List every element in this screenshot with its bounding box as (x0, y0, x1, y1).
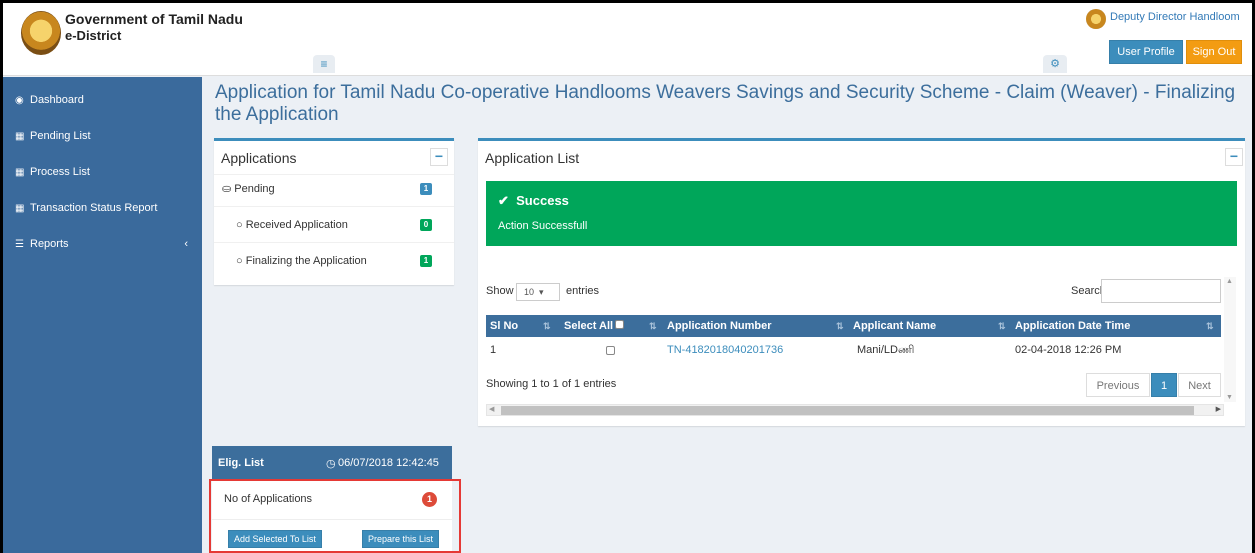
scroll-down-icon[interactable]: ▼ (1226, 394, 1233, 401)
chevron-left-icon: ‹ (184, 238, 188, 250)
sort-icon[interactable]: ⇅ (1206, 315, 1214, 337)
cell-sl-no: 1 (490, 344, 497, 356)
entries-value: 10 (524, 287, 535, 297)
scroll-right-icon[interactable]: ▶ (1216, 405, 1221, 415)
sign-out-button[interactable]: Sign Out (1186, 40, 1242, 64)
cell-application-date: 02-04-2018 12:26 PM (1015, 344, 1122, 356)
highlight-outline (209, 479, 461, 553)
grid-icon: ▦ (15, 203, 25, 214)
row-checkbox[interactable] (606, 346, 615, 355)
gov-subtitle: e-District (65, 28, 122, 43)
sidebar-item-dashboard[interactable]: ◉ Dashboard (3, 82, 202, 118)
application-list-header: Application List − (478, 141, 1245, 175)
sidebar: ◉ Dashboard ▦ Pending List ▦ Process List ▦… (3, 77, 202, 553)
sidebar-item-process-list[interactable]: ▦ Process List (3, 154, 202, 190)
next-button[interactable]: Next (1178, 373, 1221, 397)
finalizing-label: Finalizing the Application (245, 255, 367, 267)
sort-icon[interactable]: ⇅ (998, 315, 1006, 337)
page-title: Application for Tamil Nadu Co-operative … (215, 82, 1236, 125)
finalizing-application-item[interactable]: ○ Finalizing the Application 1 (214, 243, 454, 279)
user-name[interactable]: Deputy Director Handloom (1110, 11, 1240, 23)
received-application-item[interactable]: ○ Received Application 0 (214, 207, 454, 243)
scroll-left-icon[interactable]: ◀ (489, 405, 494, 415)
scroll-up-icon[interactable]: ▲ (1226, 278, 1233, 285)
scroll-thumb[interactable] (501, 406, 1194, 415)
pending-label: Pending (234, 183, 275, 195)
applications-box: Applications − ⛀ Pending 1 ○ Received Ap… (214, 138, 454, 285)
user-profile-button[interactable]: User Profile (1109, 40, 1183, 64)
sidebar-toggle-icon[interactable]: ≡ (313, 55, 335, 73)
previous-button[interactable]: Previous (1086, 373, 1150, 397)
clock-icon: ◷ (326, 458, 336, 470)
elig-list-header: Elig. List ◷ 06/07/2018 12:42:45 (212, 446, 452, 481)
grid-icon: ▦ (15, 131, 25, 142)
sidebar-item-label: Dashboard (30, 94, 84, 106)
sidebar-item-transaction-status-report[interactable]: ▦ Transaction Status Report (3, 190, 202, 226)
table-row: 1 TN-4182018040201736 Mani/LDணி 02-04-20… (486, 339, 1221, 361)
pending-count-badge: 1 (420, 183, 432, 195)
sidebar-item-reports[interactable]: ☰ Reports ‹ (3, 226, 202, 262)
alert-title-text: Success (516, 193, 569, 208)
dashboard-icon: ◉ (15, 95, 24, 106)
elig-datetime: 06/07/2018 12:42:45 (338, 457, 439, 469)
page-1-button[interactable]: 1 (1151, 373, 1177, 397)
application-list-title: Application List (485, 150, 580, 166)
alert-message: Action Successfull (498, 220, 588, 232)
entries-select[interactable]: 10 ▾ (516, 283, 560, 301)
finalizing-count-badge: 1 (420, 255, 432, 267)
showing-info: Showing 1 to 1 of 1 entries (486, 378, 617, 390)
check-icon: ✔ (498, 193, 509, 208)
vertical-scrollbar[interactable]: ▲ ▼ (1224, 277, 1236, 402)
alert-title: ✔ Success (498, 193, 569, 209)
sort-icon[interactable]: ⇅ (543, 315, 551, 337)
list-icon: ☰ (15, 239, 24, 250)
received-label: Received Application (245, 219, 348, 231)
col-select-all[interactable]: Select All (564, 315, 613, 337)
elig-list-title: Elig. List (218, 457, 264, 469)
settings-cogs-icon[interactable]: ⚙ (1043, 55, 1067, 73)
entries-label: entries (566, 285, 600, 297)
pending-item[interactable]: ⛀ Pending 1 (214, 175, 454, 207)
collapse-minus-icon[interactable]: − (430, 148, 448, 166)
tamil-nadu-emblem-logo (21, 11, 61, 55)
show-label: Show (486, 285, 514, 297)
applications-box-header: Applications − (214, 141, 454, 175)
gov-title: Government of Tamil Nadu (65, 11, 243, 27)
circle-icon: ○ (236, 255, 243, 267)
applications-box-title: Applications (221, 150, 297, 166)
user-avatar (1086, 9, 1106, 29)
table-header: Sl No ⇅ Select All ⇅ Application Number … (486, 315, 1221, 337)
sidebar-item-label: Process List (30, 166, 90, 178)
received-count-badge: 0 (420, 219, 432, 231)
inbox-icon: ⛀ (222, 183, 232, 195)
horizontal-scrollbar[interactable]: ◀ ▶ (486, 404, 1224, 416)
cell-applicant-name: Mani/LDணி (857, 344, 915, 356)
select-all-checkbox[interactable] (615, 320, 624, 329)
sort-icon[interactable]: ⇅ (649, 315, 657, 337)
application-number-link[interactable]: TN-4182018040201736 (667, 339, 783, 361)
grid-icon: ▦ (15, 167, 25, 178)
circle-icon: ○ (236, 219, 243, 231)
col-application-number[interactable]: Application Number (667, 315, 772, 337)
search-input[interactable] (1101, 279, 1221, 303)
sidebar-item-label: Reports (30, 238, 69, 250)
sidebar-item-label: Transaction Status Report (30, 202, 158, 214)
sidebar-item-label: Pending List (30, 130, 91, 142)
success-alert: ✔ Success Action Successfull (486, 181, 1237, 246)
col-sl-no[interactable]: Sl No (490, 315, 518, 337)
col-application-date-time[interactable]: Application Date Time (1015, 315, 1130, 337)
sort-icon[interactable]: ⇅ (836, 315, 844, 337)
sidebar-item-pending-list[interactable]: ▦ Pending List (3, 118, 202, 154)
col-applicant-name[interactable]: Applicant Name (853, 315, 936, 337)
collapse-minus-icon[interactable]: − (1225, 148, 1243, 166)
